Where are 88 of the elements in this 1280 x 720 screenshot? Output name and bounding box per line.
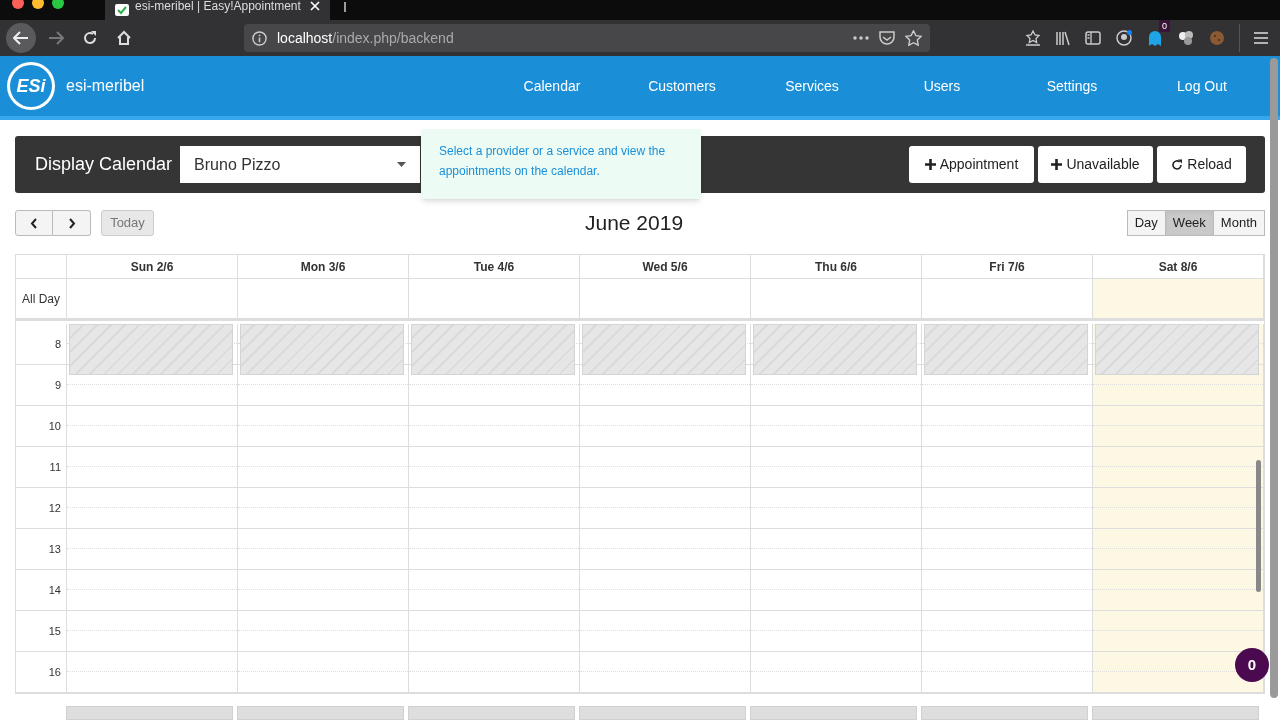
reload-icon (1171, 158, 1184, 171)
toolbar-button[interactable]: Appointment (909, 146, 1034, 183)
provider-select[interactable]: Bruno Pizzo (180, 146, 421, 183)
hour-label: 12 (48, 500, 61, 516)
library-icon[interactable] (1055, 30, 1071, 46)
unavailable-block[interactable] (924, 324, 1088, 375)
nav-link[interactable]: Calendar (487, 75, 617, 97)
unavailable-block[interactable] (750, 706, 917, 720)
view-tab[interactable]: Day (1126, 210, 1166, 236)
more-icon[interactable] (853, 36, 869, 40)
day-header: Mon 3/6 (300, 258, 346, 276)
day-header: Wed 5/6 (642, 258, 688, 276)
address-bar[interactable]: localhost/index.php/backend (244, 24, 930, 52)
brand-name[interactable]: esi-meribel (66, 74, 145, 98)
home-icon[interactable] (116, 30, 132, 46)
unavailable-block[interactable] (240, 324, 404, 375)
unavailable-block[interactable] (579, 706, 746, 720)
toolbar-button[interactable]: Unavailable (1038, 146, 1153, 183)
tab-title: esi-meribel | Easy!Appointment (135, 0, 301, 12)
star-icon[interactable] (905, 30, 922, 46)
unavailable-block[interactable] (1095, 324, 1259, 375)
day-header: Thu 6/6 (815, 258, 857, 276)
maximize-window-icon[interactable] (52, 0, 64, 9)
nav-link[interactable]: Log Out (1137, 75, 1267, 97)
hour-label: 16 (48, 664, 61, 680)
day-header: Sat 8/6 (1158, 258, 1198, 276)
close-window-icon[interactable] (12, 0, 24, 9)
hour-label: 15 (48, 623, 61, 639)
day-header: Sun 2/6 (130, 258, 174, 276)
reload-icon[interactable] (82, 30, 98, 46)
browser-tab[interactable]: esi-meribel | Easy!Appointment (105, 0, 330, 20)
account-icon[interactable] (1115, 29, 1133, 47)
tooltip: Select a provider or a service and view the appointments on the calendar. (421, 129, 701, 199)
check-icon (115, 4, 129, 16)
hour-label: 8 (54, 336, 61, 352)
unavailable-block[interactable] (411, 324, 575, 375)
previous-button[interactable] (15, 210, 53, 236)
hour-label: 13 (48, 541, 61, 557)
caret-icon (397, 162, 407, 167)
pocket-icon[interactable] (879, 30, 895, 46)
hour-label: 9 (54, 377, 61, 393)
chevron-left-icon (30, 217, 38, 229)
day-header: Fri 7/6 (989, 258, 1025, 276)
calendar-scrollbar[interactable] (1256, 460, 1261, 592)
unavailable-block[interactable] (69, 324, 233, 375)
unavailable-block[interactable] (66, 706, 233, 720)
info-icon (252, 30, 267, 46)
nav-link[interactable]: Customers (617, 75, 747, 97)
forward-icon[interactable] (48, 31, 64, 45)
today-button[interactable]: Today (101, 210, 154, 236)
plus-icon (924, 159, 936, 170)
day-header: Tue 4/6 (473, 258, 515, 276)
sidebar-icon[interactable] (1085, 31, 1101, 45)
unavailable-block[interactable] (753, 324, 917, 375)
hour-label: 14 (48, 582, 61, 598)
view-tab[interactable]: Week (1165, 210, 1214, 236)
scrollbar[interactable] (1270, 58, 1278, 698)
next-button[interactable] (53, 210, 91, 236)
cookie-icon[interactable] (1209, 30, 1225, 46)
unavailable-block[interactable] (237, 706, 404, 720)
url-text: localhost/index.php/backend (277, 28, 454, 48)
calendar-title: June 2019 (585, 210, 684, 237)
toolbar-button[interactable]: Reload (1157, 146, 1246, 183)
menu-icon[interactable] (1254, 32, 1268, 44)
nav-link[interactable]: Settings (1007, 75, 1137, 97)
nav-link[interactable]: Services (747, 75, 877, 97)
ghost-extension-icon[interactable] (1147, 29, 1163, 47)
view-tab[interactable]: Month (1213, 210, 1265, 236)
star-tray-icon[interactable] (1025, 30, 1041, 46)
spheres-icon[interactable] (1177, 29, 1195, 47)
all-day-cell[interactable] (1093, 279, 1264, 318)
unavailable-block[interactable] (921, 706, 1088, 720)
back-button[interactable] (6, 23, 36, 53)
minimize-window-icon[interactable] (32, 0, 44, 9)
unavailable-block[interactable] (582, 324, 746, 375)
chevron-right-icon (67, 217, 76, 229)
back-arrow-icon (13, 31, 29, 45)
hour-label: 11 (49, 459, 61, 475)
nav-link[interactable]: Users (877, 75, 1007, 97)
unavailable-block[interactable] (1092, 706, 1259, 720)
hour-label: 10 (48, 418, 61, 434)
all-day-label: All Day (22, 290, 60, 308)
extension-badge: 0 (1159, 20, 1170, 32)
close-icon[interactable] (310, 1, 320, 11)
display-calendar-label: Display Calendar (35, 153, 173, 176)
logo[interactable]: ESi (7, 62, 55, 110)
unavailable-block[interactable] (408, 706, 575, 720)
plus-icon (1051, 159, 1063, 170)
